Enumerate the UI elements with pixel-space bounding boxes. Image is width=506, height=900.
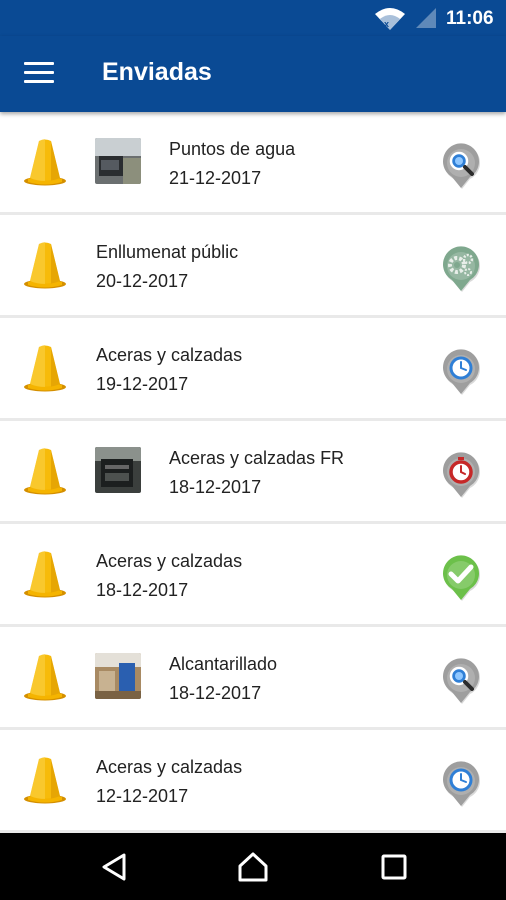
- list-item[interactable]: Aceras y calzadas FR 18-12-2017: [0, 421, 506, 524]
- back-triangle-icon[interactable]: [98, 851, 130, 883]
- report-thumbnail[interactable]: [95, 447, 141, 493]
- home-icon[interactable]: [237, 851, 269, 883]
- navigation-bar: [0, 833, 506, 900]
- list-item[interactable]: Puntos de agua 21-12-2017: [0, 112, 506, 215]
- gear-status-icon: [440, 243, 482, 293]
- report-date: 19-12-2017: [96, 374, 189, 394]
- wifi-icon: x: [375, 8, 405, 30]
- report-text: Aceras y calzadas 18-12-2017: [96, 549, 242, 602]
- report-text: Alcantarillado 18-12-2017: [169, 652, 277, 705]
- traffic-cone-icon: [22, 241, 68, 289]
- checkmark-status-icon: [440, 552, 482, 602]
- cell-signal-icon: [416, 8, 436, 28]
- stopwatch-status-icon: [440, 449, 482, 499]
- report-date: 18-12-2017: [169, 683, 262, 703]
- magnifier-status-icon: [440, 140, 482, 190]
- clock-status-icon: [440, 346, 482, 396]
- list-item[interactable]: Alcantarillado 18-12-2017: [0, 627, 506, 730]
- report-text: Enllumenat públic 20-12-2017: [96, 240, 238, 293]
- report-title: Enllumenat públic: [96, 242, 239, 262]
- report-title: Puntos de agua: [169, 139, 296, 159]
- list-item[interactable]: Aceras y calzadas 12-12-2017: [0, 730, 506, 833]
- report-text: Aceras y calzadas 12-12-2017: [96, 755, 242, 808]
- status-clock: 11:06: [446, 8, 494, 29]
- list-item[interactable]: Enllumenat públic 20-12-2017: [0, 215, 506, 318]
- report-text: Puntos de agua 21-12-2017: [169, 137, 295, 190]
- traffic-cone-icon: [22, 653, 68, 701]
- status-bar: x 11:06: [0, 0, 506, 36]
- report-date: 18-12-2017: [169, 477, 262, 497]
- app-bar: Enviadas: [0, 36, 506, 112]
- report-date: 12-12-2017: [96, 786, 189, 806]
- reports-list[interactable]: Puntos de agua 21-12-2017 Enllumenat públ…: [0, 112, 506, 833]
- clock-status-icon: [440, 758, 482, 808]
- report-title: Aceras y calzadas: [96, 345, 243, 365]
- report-title: Aceras y calzadas: [96, 757, 243, 777]
- report-date: 18-12-2017: [96, 580, 189, 600]
- page-title: Enviadas: [102, 58, 212, 86]
- report-thumbnail[interactable]: [95, 138, 141, 184]
- report-title: Aceras y calzadas: [96, 551, 243, 571]
- recents-square-icon[interactable]: [378, 851, 410, 883]
- hamburger-menu-icon[interactable]: [24, 62, 54, 86]
- report-title: Aceras y calzadas FR: [169, 448, 345, 468]
- report-text: Aceras y calzadas FR 18-12-2017: [169, 446, 344, 499]
- report-date: 21-12-2017: [169, 168, 262, 188]
- report-text: Aceras y calzadas 19-12-2017: [96, 343, 242, 396]
- list-item[interactable]: Aceras y calzadas 19-12-2017: [0, 318, 506, 421]
- list-item[interactable]: Aceras y calzadas 18-12-2017: [0, 524, 506, 627]
- report-date: 20-12-2017: [96, 271, 189, 291]
- report-thumbnail[interactable]: [95, 653, 141, 699]
- svg-text:x: x: [384, 19, 389, 29]
- report-title: Alcantarillado: [169, 654, 278, 674]
- traffic-cone-icon: [22, 344, 68, 392]
- traffic-cone-icon: [22, 138, 68, 186]
- traffic-cone-icon: [22, 550, 68, 598]
- traffic-cone-icon: [22, 447, 68, 495]
- magnifier-status-icon: [440, 655, 482, 705]
- traffic-cone-icon: [22, 756, 68, 804]
